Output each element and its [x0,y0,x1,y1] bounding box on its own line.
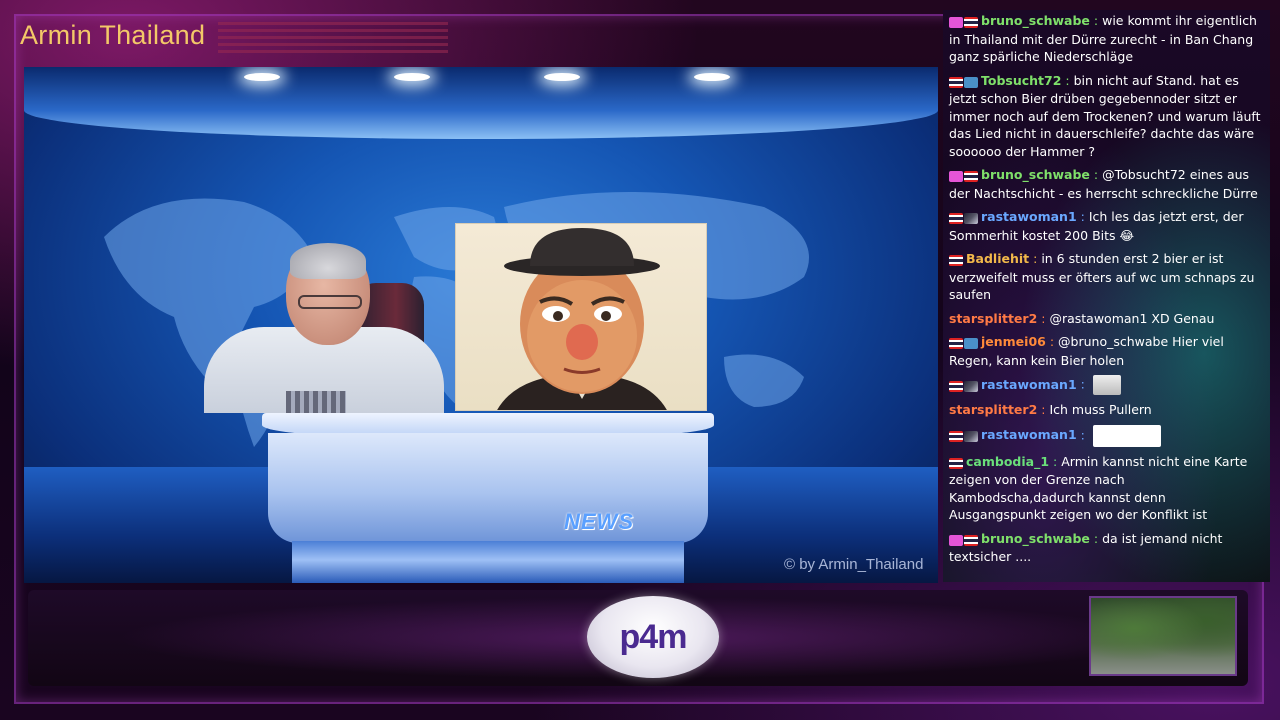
crown-icon [964,76,978,88]
chat-username[interactable]: jenmei06 [981,334,1046,349]
badge-group [949,377,979,395]
chat-message: rastawoman1: [949,424,1264,447]
thai-flag-icon [949,431,963,442]
chat-message: starsplitter2: Ich muss Pullern [949,401,1264,419]
glasses-icon [298,295,362,309]
chat-username[interactable]: cambodia_1 [966,454,1049,469]
chat-username[interactable]: Tobsucht72 [981,73,1061,88]
chat-message: starsplitter2: @rastawoman1 XD Genau [949,310,1264,328]
chat-message: rastawoman1: Ich les das jetzt erst, der… [949,208,1264,244]
thai-flag-icon [949,380,963,392]
desk-news-label: NEWS [564,509,634,534]
chat-username[interactable]: rastawoman1 [981,377,1077,392]
chat-username[interactable]: rastawoman1 [981,427,1077,442]
badge-group [949,531,979,549]
chat-username[interactable]: bruno_schwabe [981,13,1090,28]
ceiling-light-icon [244,73,280,81]
chat-message-list: bruno_schwabe: wie kommt ihr eigentlich … [949,12,1264,566]
ceiling-light-icon [694,73,730,81]
chat-message: rastawoman1: [949,375,1264,395]
news-desk: NEWS [262,413,714,583]
badge-group [949,427,979,445]
thai-flag-icon [949,338,963,349]
cartoon-portrait-image [455,223,707,411]
chat-message-text: @rastawoman1 XD Genau [1049,310,1215,326]
chat-message: Badliehit: in 6 stunden erst 2 bier er i… [949,250,1264,304]
thai-flag-icon [964,171,978,182]
chat-username[interactable]: starsplitter2 [949,402,1037,417]
triangle-emote-icon [1092,375,1121,395]
badge-group [949,334,979,352]
desk-front [268,433,708,543]
ceiling-light-icon [544,73,580,81]
thai-flag-icon [964,534,978,546]
badge-group [949,251,964,269]
desk-base [292,541,684,583]
copyright-text: © by Armin_Thailand [784,556,924,573]
heart-icon [949,534,963,546]
bits-icon [964,213,978,224]
studio-video: NEWS © by Armin_Thailand [24,67,938,583]
logo-text: p4m [619,617,688,656]
chat-message: cambodia_1: Armin kannst nicht eine Kart… [949,453,1264,524]
p4m-logo: p4m [587,596,719,678]
chat-message: jenmei06: @bruno_schwabe Hier viel Regen… [949,333,1264,369]
bits-icon [964,380,978,392]
badge-group [949,454,964,472]
shirt-print [286,391,346,413]
garden-thumbnail-image [1089,596,1237,676]
chat-separator: : [1065,72,1074,88]
badge-group [949,13,979,31]
heart-icon [949,171,963,182]
chat-separator: : [1080,376,1089,392]
thai-flag-icon [949,457,963,469]
penguins-emote-icon [1092,424,1161,447]
chat-message-text: Ich muss Pullern [1049,402,1152,417]
channel-title: Armin Thailand [20,20,206,50]
chat-separator: : [1093,530,1103,546]
heart-icon [949,17,963,28]
thai-flag-icon [949,76,963,88]
thai-flag-icon [949,255,963,266]
crown-icon [964,338,978,349]
chat-username[interactable]: Badliehit [966,251,1029,266]
chat-username[interactable]: rastawoman1 [981,209,1077,224]
badge-group [949,73,979,91]
ceiling-light-icon [394,73,430,81]
chat-separator: : [1053,453,1062,469]
chat-separator: : [1080,427,1089,442]
cartoon-man-icon [497,228,667,410]
chat-username[interactable]: starsplitter2 [949,311,1037,326]
person-hair [290,243,366,279]
chat-message: bruno_schwabe: da ist jemand nicht texts… [949,530,1264,566]
badge-group [949,167,979,185]
chat-separator: : [1049,334,1059,349]
badge-group [949,209,979,227]
webcam-feed [204,243,444,413]
chat-message: Tobsucht72: bin nicht auf Stand. hat es … [949,72,1264,161]
thai-flag-icon [964,17,978,28]
chat-username[interactable]: bruno_schwabe [981,167,1090,182]
chat-panel: bruno_schwabe: wie kommt ihr eigentlich … [943,10,1270,582]
chat-separator: : [1093,167,1103,182]
thai-flag-icon [949,213,963,224]
chat-separator: : [1093,13,1103,28]
chat-message: bruno_schwabe: @Tobsucht72 eines aus der… [949,166,1264,202]
chat-message: bruno_schwabe: wie kommt ihr eigentlich … [949,12,1264,66]
chat-username[interactable]: bruno_schwabe [981,531,1090,546]
studio-ceiling [24,67,938,139]
bits-icon [964,431,978,442]
chat-separator: : [1080,209,1089,224]
title-decoration [218,22,448,56]
